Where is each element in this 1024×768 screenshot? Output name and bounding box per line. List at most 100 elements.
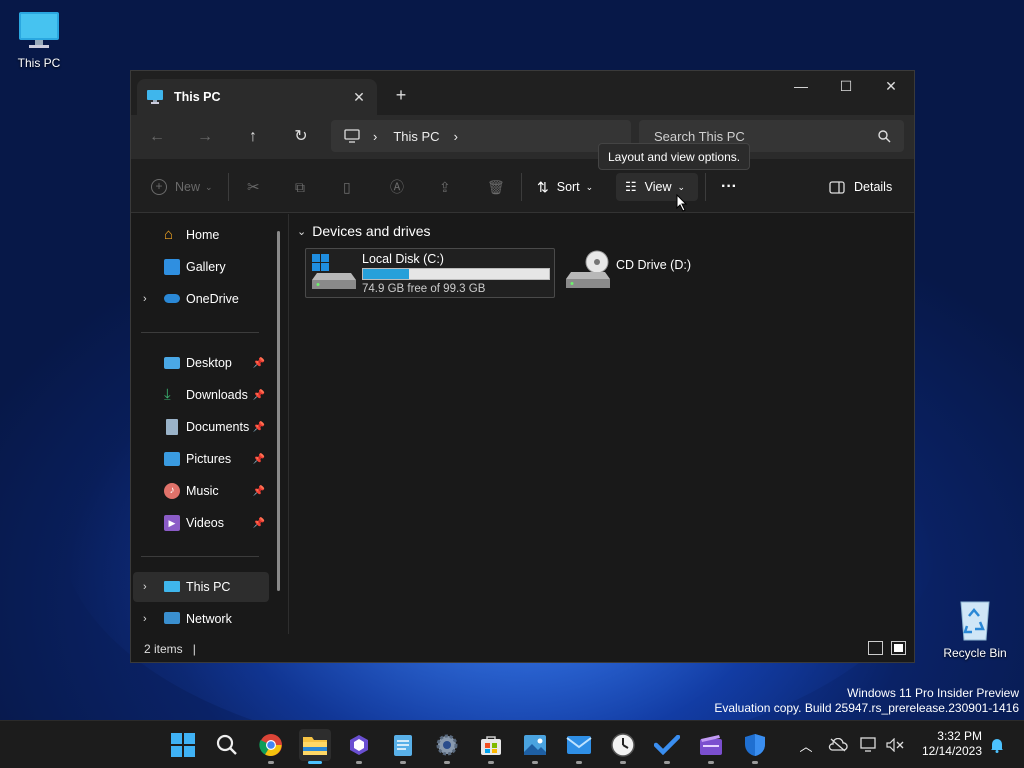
refresh-button[interactable]: ↻ <box>288 125 314 149</box>
onedrive-tray-icon[interactable] <box>826 721 850 768</box>
notepad-icon <box>394 735 412 756</box>
pin-icon[interactable]: 📌 <box>253 422 265 433</box>
paste-button[interactable]: ▯ <box>343 173 351 201</box>
drive-item-d[interactable]: CD Drive (D:) <box>561 248 731 298</box>
watermark-line: Evaluation copy. Build 25947.rs_prerelea… <box>714 701 1019 715</box>
desktop-icon-recycle-bin[interactable]: Recycle Bin <box>937 598 1013 660</box>
running-indicator <box>752 761 758 764</box>
taskbar-clock[interactable]: 3:32 PM 12/14/2023 <box>914 729 982 759</box>
running-indicator <box>532 761 538 764</box>
chevron-right-icon[interactable]: › <box>373 129 377 144</box>
chevron-right-icon[interactable]: › <box>454 129 458 144</box>
close-window-button[interactable]: ✕ <box>868 71 914 103</box>
videos-icon: ▶ <box>164 515 180 531</box>
volume-tray-icon[interactable] <box>884 721 906 768</box>
drive-usage-bar <box>362 268 550 280</box>
breadcrumb-this-pc[interactable]: This PC <box>393 129 439 144</box>
new-button[interactable]: + New ⌄ <box>151 173 213 201</box>
details-pane-icon <box>829 180 845 194</box>
monitor-icon <box>147 90 163 104</box>
running-indicator <box>664 761 670 764</box>
desktop-icon-this-pc[interactable]: This PC <box>1 10 77 70</box>
taskbar-app-notepad[interactable] <box>387 729 419 764</box>
forward-button[interactable]: → <box>192 125 218 149</box>
minimize-button[interactable]: — <box>778 71 824 103</box>
network-tray-icon[interactable] <box>858 721 880 768</box>
taskbar-search-button[interactable] <box>211 729 243 761</box>
sidebar-item-home[interactable]: ⌂ Home <box>133 220 269 250</box>
taskbar-app-settings[interactable] <box>431 729 463 764</box>
running-indicator <box>488 761 494 764</box>
taskbar-app-todo[interactable] <box>651 729 683 764</box>
taskbar-app-defender[interactable] <box>739 729 771 764</box>
taskbar-app-clock[interactable] <box>607 729 639 764</box>
sidebar-item-desktop[interactable]: Desktop 📌 <box>133 348 269 378</box>
delete-button[interactable]: 🗑 <box>487 173 505 201</box>
group-header-devices[interactable]: ⌄ Devices and drives <box>297 223 431 239</box>
taskbar-app-copilot[interactable] <box>343 729 375 764</box>
close-tab-icon[interactable]: ✕ <box>349 87 369 107</box>
notifications-button[interactable] <box>986 721 1008 768</box>
pin-icon[interactable]: 📌 <box>253 486 265 497</box>
pin-icon[interactable]: 📌 <box>253 358 265 369</box>
drive-item-c[interactable]: Local Disk (C:) 74.9 GB free of 99.3 GB <box>305 248 555 298</box>
sidebar-item-network[interactable]: › Network <box>133 604 269 634</box>
pane-divider[interactable] <box>288 214 289 634</box>
clipboard-icon: ▯ <box>343 178 351 195</box>
address-bar[interactable]: › This PC › <box>331 120 631 152</box>
share-button[interactable]: ⇪ <box>439 173 451 201</box>
sidebar-item-label: This PC <box>186 580 231 594</box>
tab-this-pc[interactable]: This PC ✕ <box>137 79 377 115</box>
taskbar-app-mail[interactable] <box>563 729 595 764</box>
sort-button[interactable]: ⇅ Sort ⌄ <box>537 173 593 201</box>
sidebar-item-pictures[interactable]: Pictures 📌 <box>133 444 269 474</box>
sidebar-item-gallery[interactable]: Gallery <box>133 252 269 282</box>
taskbar-app-store[interactable] <box>475 729 507 764</box>
watermark-line: Windows 11 Pro Insider Preview <box>847 686 1019 700</box>
pin-icon[interactable]: 📌 <box>253 454 265 465</box>
sidebar-item-videos[interactable]: ▶ Videos 📌 <box>133 508 269 538</box>
taskbar-app-clipchamp[interactable] <box>695 729 727 764</box>
details-pane-button[interactable]: Details <box>829 173 892 201</box>
tiles-view-icon[interactable] <box>891 641 906 655</box>
mouse-cursor-icon <box>676 194 688 212</box>
sidebar-item-this-pc[interactable]: › This PC <box>133 572 269 602</box>
new-label: New <box>175 180 201 194</box>
status-divider: | <box>192 641 196 656</box>
back-button[interactable]: ← <box>144 125 170 149</box>
taskbar-app-photos[interactable] <box>519 729 551 764</box>
sidebar-item-onedrive[interactable]: › OneDrive <box>133 284 269 314</box>
chevron-right-icon[interactable]: › <box>143 613 147 625</box>
divider <box>705 173 706 201</box>
sidebar-item-label: Downloads <box>186 388 248 402</box>
more-options-button[interactable]: ··· <box>721 173 737 201</box>
up-button[interactable]: ↑ <box>240 125 266 149</box>
sidebar-item-documents[interactable]: Documents 📌 <box>133 412 269 442</box>
running-indicator <box>308 761 322 764</box>
start-button[interactable] <box>167 729 199 761</box>
chevron-right-icon[interactable]: › <box>143 293 147 305</box>
sidebar-item-downloads[interactable]: ⤓ Downloads 📌 <box>133 380 269 410</box>
sidebar-item-label: Videos <box>186 516 224 530</box>
sidebar-item-label: Home <box>186 228 220 242</box>
pin-icon[interactable]: 📌 <box>253 390 265 401</box>
cloud-offline-icon <box>828 738 848 752</box>
new-tab-button[interactable]: + <box>389 85 413 107</box>
maximize-button[interactable]: ☐ <box>823 71 869 103</box>
chevron-down-icon: ⌄ <box>677 181 686 192</box>
sidebar-item-music[interactable]: ♪ Music 📌 <box>133 476 269 506</box>
copy-button[interactable]: ⧉ <box>295 173 305 201</box>
show-hidden-icons-button[interactable]: ︿ <box>795 721 817 768</box>
trash-icon: 🗑 <box>487 178 505 195</box>
chevron-right-icon[interactable]: › <box>143 581 147 593</box>
cut-button[interactable]: ✂ <box>247 173 260 201</box>
taskbar-app-file-explorer[interactable] <box>299 729 331 764</box>
cloud-icon <box>164 294 180 303</box>
sidebar-scrollbar[interactable] <box>277 231 280 591</box>
desktop-icon-label: Recycle Bin <box>943 646 1007 660</box>
pin-icon[interactable]: 📌 <box>253 518 265 529</box>
rename-button[interactable]: Ⓐ <box>390 173 404 201</box>
taskbar-app-chrome[interactable] <box>255 729 287 764</box>
chevron-down-icon: ⌄ <box>585 181 594 192</box>
details-view-icon[interactable] <box>868 641 883 655</box>
